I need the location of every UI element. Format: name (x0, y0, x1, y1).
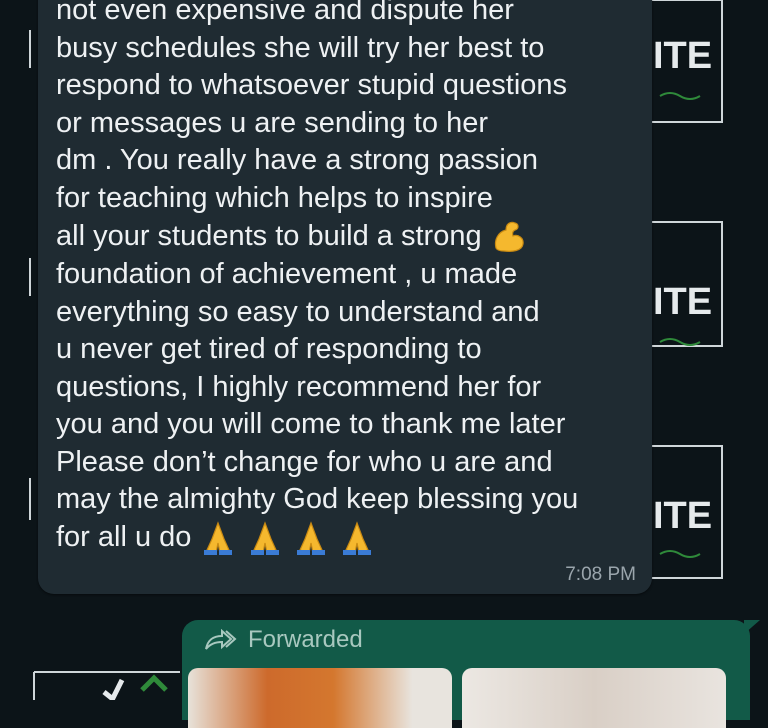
wallpaper-text-3: ITE (653, 495, 712, 537)
message-line: not even expensive and dispute her (56, 0, 514, 26)
message-line: busy schedules she will try her best to (56, 31, 545, 64)
forwarded-arrow-icon (205, 629, 237, 650)
message-text: not even expensive and dispute her busy … (56, 0, 646, 557)
folded-hands-icon (204, 521, 233, 556)
message-line: or messages u are sending to her (56, 106, 489, 139)
bubble-tail (744, 620, 760, 634)
folded-hands-icon (250, 521, 279, 556)
forwarded-image-thumbnail[interactable] (188, 668, 452, 728)
folded-hands-icon (296, 521, 325, 556)
message-timestamp: 7:08 PM (565, 564, 636, 585)
message-line: respond to whatsoever stupid questions (56, 69, 568, 102)
message-line: for teaching which helps to inspire (56, 181, 493, 214)
message-line: u never get tired of responding to (56, 333, 482, 366)
wallpaper-text-1: ITE (653, 35, 712, 77)
incoming-message-bubble[interactable]: not even expensive and dispute her busy … (38, 0, 652, 594)
message-line: foundation of achievement , u made (56, 257, 518, 290)
outgoing-forwarded-bubble[interactable]: Forwarded (182, 620, 750, 728)
message-line: Please don’t change for who u are and (56, 445, 553, 478)
message-line: everything so easy to understand and (56, 295, 540, 328)
message-line: dm . You really have a strong passion (56, 144, 539, 177)
wallpaper-check-mark (102, 678, 125, 700)
message-line: may the almighty God keep blessing you (56, 483, 579, 516)
message-line: questions, I highly recommend her for (56, 370, 542, 403)
message-line: all your students to build a strong (56, 219, 482, 252)
forwarded-indicator: Forwarded (204, 626, 363, 654)
flexed-biceps-icon (494, 221, 524, 252)
wallpaper-text-2: ITE (653, 281, 712, 323)
folded-hands-icon (342, 521, 371, 556)
message-line: for all u do (56, 521, 192, 554)
forwarded-label: Forwarded (248, 626, 363, 653)
forwarded-image-thumbnail[interactable] (462, 668, 726, 728)
message-line: you and you will come to thank me later (56, 408, 566, 441)
